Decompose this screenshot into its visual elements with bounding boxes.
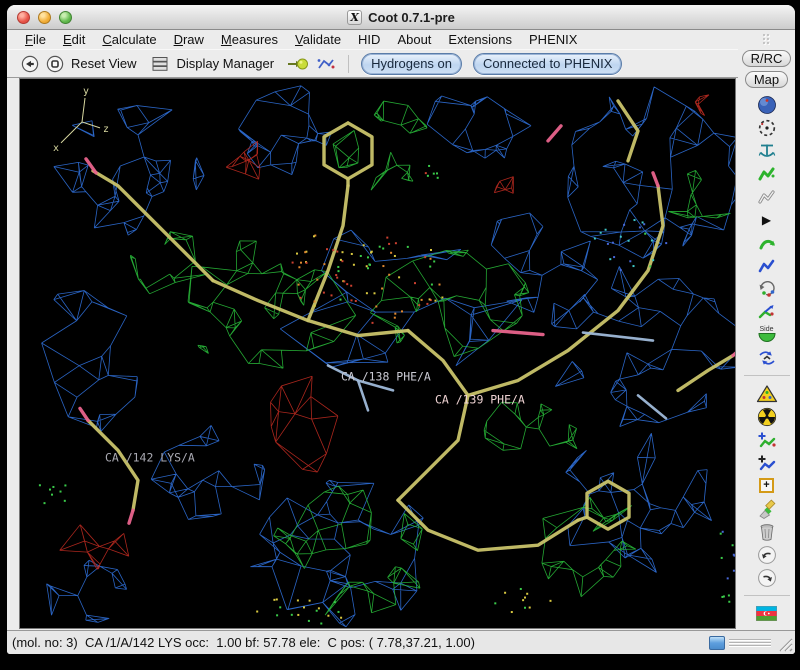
coot-window: X Coot 0.7.1-pre File Edit Calculate Dra… [7, 5, 795, 654]
menu-validate[interactable]: Validate [289, 31, 347, 48]
go-to-ligand-icon[interactable] [287, 56, 309, 72]
window-title: Coot 0.7.1-pre [368, 10, 455, 25]
add-alt-conf-icon[interactable] [753, 452, 781, 473]
status-right-cluster [709, 634, 795, 652]
titlebar[interactable]: X Coot 0.7.1-pre [7, 5, 795, 30]
title-wrap: X Coot 0.7.1-pre [347, 10, 455, 25]
menu-edit[interactable]: Edit [57, 31, 91, 48]
flip-sidechain-icon[interactable]: Side [753, 324, 781, 345]
reset-view-button[interactable]: Reset View [71, 56, 137, 71]
gl-canvas[interactable]: y x z CA /138 PHE/A CA /139 PHE/A CA /142 LYS… [20, 79, 735, 628]
real-space-refine-icon[interactable] [753, 163, 781, 184]
icon-separator [744, 595, 790, 596]
statusbar: (mol. no: 3) CA /1/A/142 LYS occ: 1.00 b… [7, 630, 795, 654]
svg-text:z: z [103, 124, 109, 135]
menu-measures[interactable]: Measures [215, 31, 284, 48]
x11-icon: X [347, 10, 362, 25]
zoom-button[interactable] [59, 11, 72, 24]
status-text: (mol. no: 3) CA /1/A/142 LYS occ: 1.00 b… [12, 635, 475, 650]
molecule-icon[interactable] [316, 55, 336, 73]
minimize-button[interactable] [38, 11, 51, 24]
viewport-area: y x z CA /138 PHE/A CA /139 PHE/A CA /142 LYS… [7, 78, 738, 630]
recentre-reticle-icon[interactable] [753, 117, 781, 138]
phenix-connection-button[interactable]: Connected to PHENIX [473, 53, 622, 75]
atom-label: CA /142 LYS/A [105, 450, 195, 464]
model-toolbar-icons: ▶ Side [744, 93, 790, 630]
add-terminal-residue-icon[interactable] [753, 429, 781, 450]
menu-draw[interactable]: Draw [168, 31, 210, 48]
back-view-button[interactable] [21, 55, 39, 73]
menu-about[interactable]: About [391, 31, 437, 48]
display-manager-button[interactable]: Display Manager [177, 56, 275, 71]
rotate-translate-icon[interactable] [753, 232, 781, 253]
menu-calculate[interactable]: Calculate [96, 31, 162, 48]
menu-extensions[interactable]: Extensions [442, 31, 518, 48]
svg-text:y: y [83, 86, 89, 97]
side-label: Side [759, 326, 773, 333]
map-button[interactable]: Map [745, 71, 788, 88]
gl-canvas-frame: y x z CA /138 PHE/A CA /139 PHE/A CA /142 LYS… [19, 78, 736, 629]
close-button[interactable] [17, 11, 30, 24]
place-atom-icon[interactable]: + [753, 475, 781, 496]
svg-text:x: x [53, 143, 59, 154]
redo-icon[interactable] [753, 567, 781, 588]
toolbar-grip-dots[interactable] [763, 34, 771, 46]
icon-separator [744, 375, 790, 376]
status-blue-indicator [709, 636, 725, 650]
recentre-button[interactable] [46, 55, 64, 73]
rrc-button[interactable]: R/RC [742, 50, 792, 67]
menu-phenix[interactable]: PHENIX [523, 31, 583, 48]
flag-icon[interactable] [753, 603, 781, 624]
toolbar-separator [348, 55, 349, 73]
menu-hid[interactable]: HID [352, 31, 386, 48]
menu-file[interactable]: File [19, 31, 52, 48]
display-manager-icon[interactable] [150, 55, 170, 73]
jiggle-fit-icon[interactable] [753, 347, 781, 368]
rotamers-icon[interactable] [753, 278, 781, 299]
simple-mutate-icon[interactable] [753, 406, 781, 427]
hydrogens-toggle-button[interactable]: Hydrogens on [361, 53, 462, 75]
regularize-zone-icon[interactable] [753, 186, 781, 207]
paintbrush-icon[interactable] [753, 498, 781, 519]
atom-label: CA /139 PHE/A [435, 392, 525, 406]
mutate-autofit-icon[interactable] [753, 383, 781, 404]
measures-anchor-icon[interactable] [753, 140, 781, 161]
undo-icon[interactable] [753, 544, 781, 565]
traffic-lights [17, 11, 72, 24]
rigid-body-fit-icon[interactable]: ▶ [753, 209, 781, 230]
status-lines [729, 639, 771, 646]
auto-fit-rotamer-icon[interactable] [753, 255, 781, 276]
delete-item-icon[interactable] [753, 521, 781, 542]
edit-chi-angles-icon[interactable] [753, 301, 781, 322]
atom-label: CA /138 PHE/A [341, 369, 431, 383]
toolbar: Reset View Display Manager Hydrogens on … [7, 49, 738, 78]
desktop-background: X Coot 0.7.1-pre File Edit Calculate Dra… [0, 0, 800, 670]
resize-grip[interactable] [775, 634, 793, 652]
globe-icon[interactable] [753, 94, 781, 115]
menubar: File Edit Calculate Draw Measures Valida… [7, 30, 738, 49]
right-toolbar: R/RC Map ▶ [738, 30, 795, 630]
